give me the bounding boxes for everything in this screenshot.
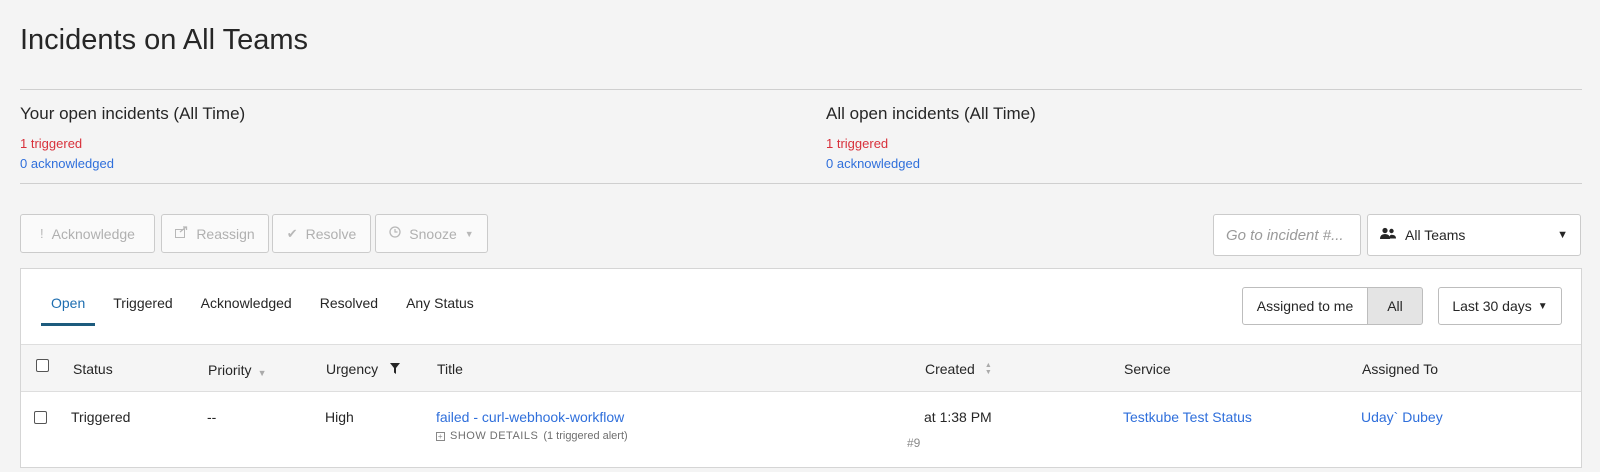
show-details-label: SHOW DETAILS (450, 430, 539, 442)
exclamation-icon: ! (40, 226, 44, 241)
summary-heading: Your open incidents (All Time) (20, 104, 246, 123)
check-icon: ✔ (286, 225, 298, 241)
alert-count: (1 triggered alert) (543, 430, 628, 442)
incident-assignee-link[interactable]: Uday` Dubey (1361, 409, 1443, 425)
filter-icon[interactable] (390, 361, 401, 377)
snooze-button[interactable]: Snooze ▼ (375, 214, 488, 253)
your-acknowledged-link[interactable]: 0 acknowledged (20, 154, 245, 174)
team-select[interactable]: All Teams ▼ (1367, 214, 1581, 256)
assigned-to-me-toggle[interactable]: Assigned to me (1242, 287, 1368, 325)
caret-down-icon: ▼ (1557, 229, 1568, 241)
tab-any-status[interactable]: Any Status (396, 295, 484, 321)
show-details-toggle[interactable]: + SHOW DETAILS (1 triggered alert) (436, 430, 628, 442)
incident-urgency: High (325, 409, 354, 425)
incidents-panel: Open Triggered Acknowledged Resolved Any… (20, 268, 1582, 468)
incident-title-link[interactable]: failed - curl-webhook-workflow (436, 409, 624, 425)
acknowledge-label: Acknowledge (51, 225, 135, 242)
plus-square-icon: + (436, 431, 445, 441)
header-service: Service (1124, 361, 1171, 377)
divider (20, 183, 1582, 184)
tab-open[interactable]: Open (41, 295, 96, 326)
all-triggered-link[interactable]: 1 triggered (826, 134, 1036, 154)
table-header: Status Priority ▼ Urgency Title Created … (21, 344, 1581, 392)
header-status: Status (73, 361, 113, 377)
acknowledge-button[interactable]: ! Acknowledge (20, 214, 155, 253)
team-select-value: All Teams (1405, 227, 1466, 243)
reassign-button[interactable]: Reassign (161, 214, 269, 253)
sort-icon: ▲ ▼ (984, 362, 992, 376)
share-icon (175, 226, 188, 241)
row-checkbox[interactable] (34, 411, 47, 424)
clock-icon (389, 226, 401, 241)
all-toggle[interactable]: All (1367, 287, 1423, 325)
header-title: Title (437, 361, 463, 377)
header-created[interactable]: Created ▲ ▼ (925, 361, 992, 377)
resolve-button[interactable]: ✔ Resolve (272, 214, 371, 253)
snooze-label: Snooze (409, 225, 457, 242)
caret-down-icon: ▼ (1537, 300, 1548, 312)
table-row: Triggered -- High failed - curl-webhook-… (21, 392, 1581, 467)
resolve-label: Resolve (305, 225, 357, 242)
status-tabs: Open Triggered Acknowledged Resolved Any… (41, 295, 492, 326)
tab-resolved[interactable]: Resolved (310, 295, 388, 321)
header-assigned-to: Assigned To (1362, 361, 1439, 377)
header-urgency[interactable]: Urgency (326, 361, 401, 377)
incident-created: at 1:38 PM (924, 409, 992, 425)
goto-incident-input[interactable] (1213, 214, 1361, 256)
divider (20, 89, 1582, 90)
date-range-dropdown[interactable]: Last 30 days ▼ (1438, 287, 1562, 325)
reassign-label: Reassign (196, 225, 255, 242)
date-range-label: Last 30 days (1452, 298, 1532, 314)
your-open-incidents-summary: Your open incidents (All Time) 1 trigger… (20, 104, 245, 174)
incident-number: #9 (907, 436, 921, 450)
all-acknowledged-link[interactable]: 0 acknowledged (826, 154, 1036, 174)
page-title: Incidents on All Teams (20, 24, 309, 56)
incident-status: Triggered (71, 409, 131, 425)
incident-service-link[interactable]: Testkube Test Status (1123, 409, 1252, 425)
tab-triggered[interactable]: Triggered (103, 295, 182, 321)
caret-down-icon: ▼ (464, 228, 474, 239)
all-open-incidents-summary: All open incidents (All Time) 1 triggere… (826, 104, 1036, 174)
summary-heading: All open incidents (All Time) (826, 104, 1036, 123)
your-triggered-link[interactable]: 1 triggered (20, 134, 245, 154)
incident-priority: -- (207, 409, 217, 425)
sort-down-icon: ▼ (257, 368, 267, 378)
header-priority[interactable]: Priority ▼ (208, 361, 266, 378)
select-all-checkbox[interactable] (36, 359, 49, 372)
tab-acknowledged[interactable]: Acknowledged (191, 295, 302, 321)
users-icon (1380, 227, 1396, 243)
